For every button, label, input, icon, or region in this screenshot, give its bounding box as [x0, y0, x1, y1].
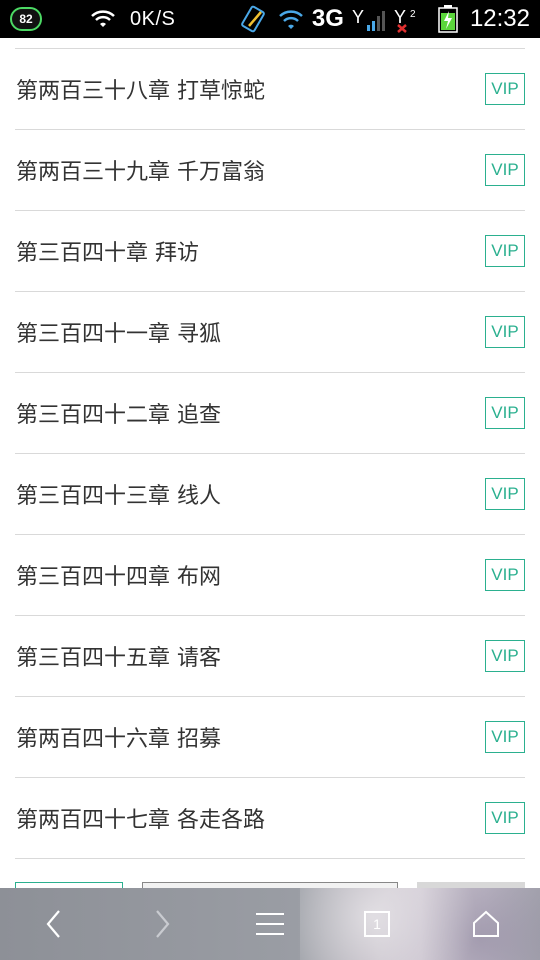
chapter-title: 第三百四十三章 线人 [16, 484, 221, 509]
chapter-title: 第三百四十五章 请客 [16, 646, 221, 671]
tab-count: 1 [373, 916, 381, 932]
chapter-title: 第两百四十六章 招募 [16, 727, 221, 752]
svg-text:2: 2 [410, 9, 416, 20]
chapter-title: 第三百四十四章 布网 [16, 565, 221, 590]
clock: 12:32 [469, 5, 530, 32]
chapter-row[interactable]: 第三百四十三章 线人 VIP [15, 454, 525, 535]
vip-badge: VIP [485, 316, 525, 348]
battery-charging-icon [438, 5, 458, 33]
vip-badge: VIP [485, 397, 525, 429]
signal-2-icon: Y 2 [394, 5, 422, 33]
chapter-row[interactable]: 第三百四十四章 布网 VIP [15, 535, 525, 616]
chapter-row[interactable]: 第两百三十八章 打草惊蛇 VIP [15, 49, 525, 130]
back-icon [44, 908, 64, 940]
vip-badge: VIP [485, 559, 525, 591]
battery-level-badge: 82 [10, 7, 42, 31]
tabs-icon: 1 [363, 910, 391, 938]
chapter-title: 第三百四十二章 追查 [16, 403, 221, 428]
chapter-title: 第三百四十章 拜访 [16, 241, 199, 266]
vip-badge: VIP [485, 478, 525, 510]
menu-button[interactable] [240, 888, 300, 960]
chapter-row[interactable]: 第三百四十章 拜访 VIP [15, 211, 525, 292]
vip-badge: VIP [485, 73, 525, 105]
chapter-row[interactable]: 第两百三十九章 千万富翁 VIP [15, 130, 525, 211]
net-speed: 0K/S [130, 7, 176, 30]
chapter-row[interactable]: 第两百四十六章 招募 VIP [15, 697, 525, 778]
vip-badge: VIP [485, 640, 525, 672]
svg-text:Y: Y [352, 7, 364, 27]
home-icon [471, 909, 501, 939]
menu-icon [254, 910, 286, 938]
back-button[interactable] [24, 888, 84, 960]
chapter-title: 第两百四十七章 各走各路 [16, 808, 265, 833]
vip-badge: VIP [485, 235, 525, 267]
status-bar: 82 0K/S 3G Y Y 2 12:32 [0, 0, 540, 38]
forward-icon [152, 908, 172, 940]
browser-nav-bar: 1 [0, 888, 540, 960]
compass-icon [240, 4, 270, 34]
home-button[interactable] [456, 888, 516, 960]
vip-badge: VIP [485, 154, 525, 186]
network-type: 3G [311, 5, 344, 32]
chapter-title: 第两百三十八章 打草惊蛇 [16, 79, 265, 104]
tabs-button[interactable]: 1 [347, 888, 407, 960]
chapter-row[interactable]: 第三百四十五章 请客 VIP [15, 616, 525, 697]
chapter-title: 第三百四十一章 寻狐 [16, 322, 221, 347]
chapter-row[interactable]: 第两百四十七章 各走各路 VIP [15, 778, 525, 859]
forward-button[interactable] [132, 888, 192, 960]
chapter-row[interactable]: 第三百四十一章 寻狐 VIP [15, 292, 525, 373]
vip-badge: VIP [485, 721, 525, 753]
vip-badge: VIP [485, 802, 525, 834]
svg-text:Y: Y [394, 7, 406, 27]
signal-icon: Y [352, 5, 386, 33]
wifi-alt-icon [278, 7, 304, 31]
chapter-row[interactable]: 第三百四十二章 追查 VIP [15, 373, 525, 454]
chapter-title: 第两百三十九章 千万富翁 [16, 160, 265, 185]
wifi-icon [90, 9, 116, 29]
